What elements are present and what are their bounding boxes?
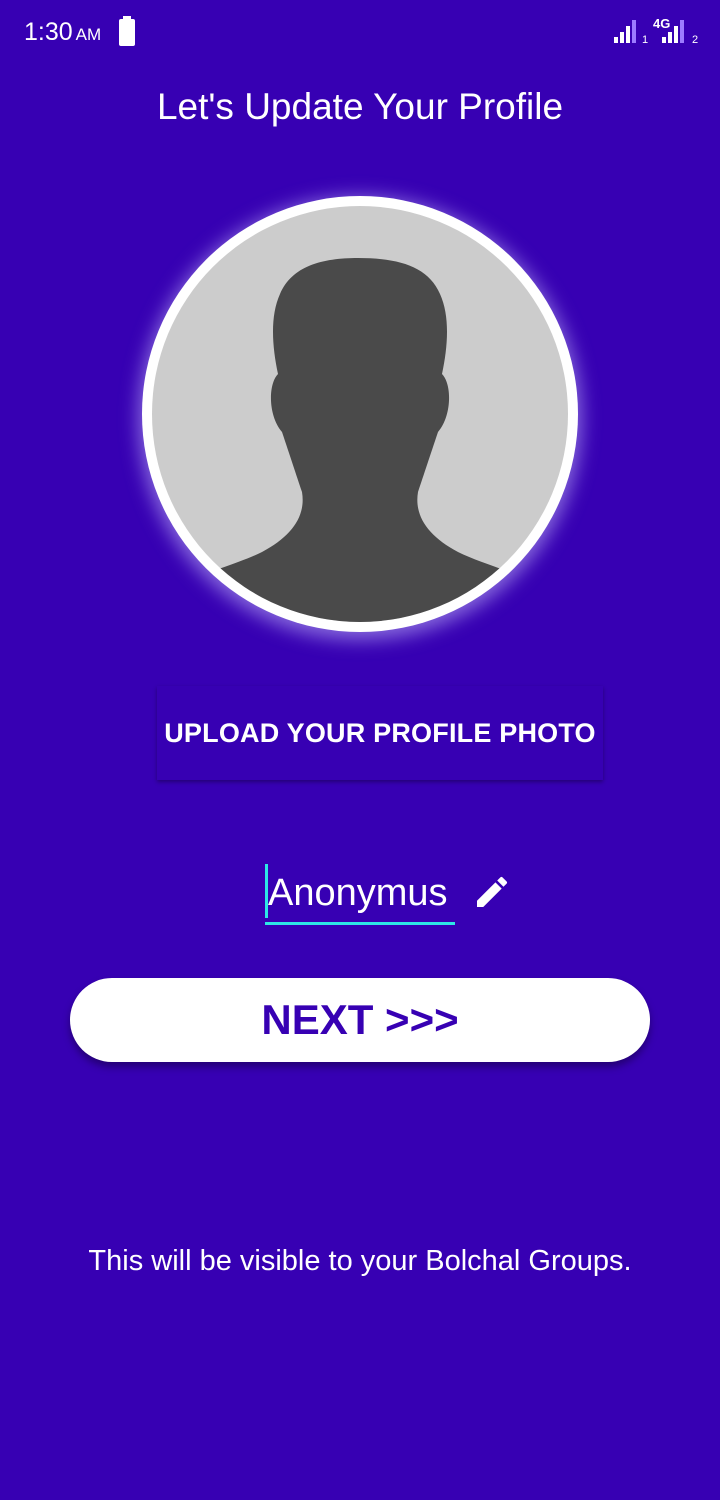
name-field[interactable]: Anonymus (265, 862, 455, 926)
status-time: 1:30 AM (24, 17, 101, 50)
visibility-note: This will be visible to your Bolchal Gro… (88, 1245, 632, 1277)
status-time-ampm: AM (75, 25, 102, 44)
next-button[interactable]: NEXT >>> (70, 978, 650, 1062)
upload-profile-photo-button[interactable]: UPLOAD YOUR PROFILE PHOTO (157, 686, 603, 780)
person-silhouette-icon (152, 258, 568, 622)
avatar-placeholder (152, 206, 568, 622)
network-type-label: 4G (653, 16, 670, 31)
sim2-label: 2 (692, 34, 698, 46)
status-time-value: 1:30 (24, 18, 73, 46)
signal-icon: 1 4G 2 (614, 16, 698, 46)
sim1-label: 1 (642, 34, 648, 46)
page-title: Let's Update Your Profile (156, 86, 564, 127)
name-field-underline (265, 922, 455, 925)
status-bar: 1:30 AM 1 4G 2 (0, 0, 720, 64)
battery-icon (119, 16, 135, 46)
pencil-icon[interactable] (472, 872, 512, 912)
profile-avatar[interactable] (142, 196, 578, 632)
name-input-value[interactable]: Anonymus (268, 870, 448, 916)
